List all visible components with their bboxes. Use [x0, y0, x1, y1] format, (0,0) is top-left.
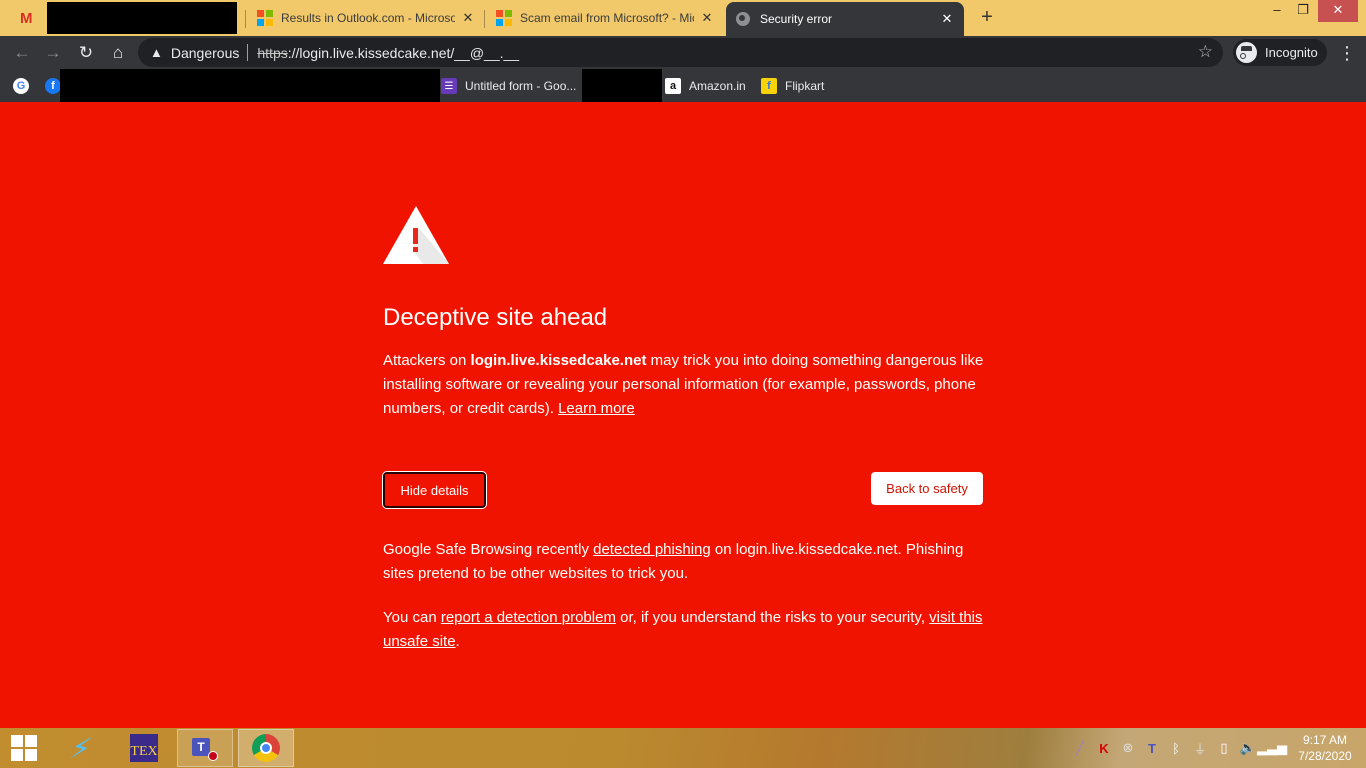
tab-title: Security error: [760, 12, 833, 26]
battery-tray-icon[interactable]: ▯: [1215, 740, 1233, 756]
tab-separator: [484, 10, 485, 28]
tab-title: Scam email from Microsoft? - Microsoft: [520, 11, 694, 25]
tab-strip: M Results in Outlook.com - Microsoft ✕ S…: [0, 0, 1366, 36]
redacted-tab-title: [47, 2, 237, 34]
tab-gmail[interactable]: M: [10, 2, 246, 34]
amazon-icon: a: [665, 78, 681, 94]
page-title: Deceptive site ahead: [383, 304, 608, 331]
close-tab-icon[interactable]: ✕: [700, 10, 714, 26]
signal-tray-icon[interactable]: ▂▃▅: [1257, 740, 1287, 756]
details-actions: You can report a detection problem or, i…: [383, 606, 993, 654]
start-button[interactable]: [0, 729, 50, 767]
learn-more-link[interactable]: Learn more: [558, 400, 635, 417]
windows-logo-icon: [11, 735, 39, 761]
tab-separator: [245, 10, 246, 28]
microsoft-icon: [257, 10, 273, 26]
texmaker-icon: TEX: [130, 734, 158, 762]
tab-title: Results in Outlook.com - Microsoft: [281, 11, 455, 25]
report-detection-problem-link[interactable]: report a detection problem: [441, 609, 616, 626]
home-button[interactable]: ⌂: [105, 40, 131, 66]
teams-icon: T: [192, 735, 218, 761]
lightning-icon: ⚡: [67, 732, 95, 764]
forward-button[interactable]: →: [40, 40, 66, 66]
browser-menu-icon[interactable]: ⋮: [1338, 40, 1356, 66]
details-text: You can: [383, 609, 441, 626]
clock-date: 7/28/2020: [1298, 749, 1352, 763]
redacted-bookmarks: [60, 69, 440, 103]
network-error-tray-icon[interactable]: ⊗: [1119, 740, 1137, 756]
bookmark-amazon[interactable]: a Amazon.in: [665, 75, 746, 97]
close-tab-icon[interactable]: ✕: [940, 11, 954, 27]
taskbar-texmaker[interactable]: TEX: [116, 729, 172, 767]
address-bar[interactable]: ▲ Dangerous https ://login.live.kissedca…: [138, 38, 1223, 67]
globe-icon: [736, 12, 750, 26]
bookmark-label: Amazon.in: [689, 79, 746, 93]
interstitial-page: Deceptive site ahead Attackers on login.…: [0, 102, 1366, 728]
profile-label: Incognito: [1265, 45, 1318, 60]
taskbar-teams[interactable]: T: [177, 729, 233, 767]
security-status[interactable]: Dangerous: [171, 45, 240, 61]
dangerous-domain: login.live.kissedcake.net: [470, 352, 647, 369]
details-phishing: Google Safe Browsing recently detected p…: [383, 538, 993, 586]
warning-message: Attackers on login.live.kissedcake.net m…: [383, 349, 993, 421]
pen-tray-icon[interactable]: ╱: [1071, 740, 1089, 756]
details-text: Google Safe Browsing recently: [383, 541, 594, 558]
tab-outlook-results[interactable]: Results in Outlook.com - Microsoft ✕: [247, 2, 485, 34]
warning-triangle-icon: [383, 206, 449, 264]
redacted-bookmark: [582, 69, 662, 103]
bookmark-flipkart[interactable]: f Flipkart: [761, 75, 824, 97]
reload-button[interactable]: ↻: [73, 40, 99, 66]
windows-taskbar: ⚡ TEX T ╱ K ⊗ T ᛒ ⏚ ▯ 🔈 ▂▃▅ 9:17 AM 7/28…: [0, 728, 1366, 768]
bookmark-untitled-form[interactable]: ☰ Untitled form - Goo...: [441, 75, 576, 97]
restore-button[interactable]: ❐: [1288, 0, 1318, 22]
taskbar-lightning-app[interactable]: ⚡: [53, 729, 109, 767]
back-to-safety-button[interactable]: Back to safety: [871, 472, 983, 505]
warning-icon[interactable]: ▲: [150, 45, 163, 60]
new-tab-button[interactable]: +: [975, 6, 999, 30]
bookmark-label: Flipkart: [785, 79, 825, 93]
clock-time: 9:17 AM: [1302, 733, 1348, 747]
incognito-icon: [1236, 42, 1257, 63]
kaspersky-tray-icon[interactable]: K: [1095, 740, 1113, 756]
facebook-icon: f: [45, 78, 61, 94]
message-text: Attackers on: [383, 352, 471, 369]
url-scheme: https: [257, 44, 288, 61]
details-text: .: [455, 633, 460, 650]
microsoft-icon: [496, 10, 512, 26]
system-clock[interactable]: 9:17 AM 7/28/2020: [1290, 732, 1360, 764]
flipkart-icon: f: [761, 78, 777, 94]
hide-details-button[interactable]: Hide details: [383, 472, 486, 508]
google-icon: G: [13, 78, 29, 94]
volume-tray-icon[interactable]: 🔈: [1239, 740, 1257, 756]
google-forms-icon: ☰: [441, 78, 457, 94]
close-window-button[interactable]: ✕: [1318, 0, 1358, 22]
detected-phishing-link[interactable]: detected phishing: [593, 541, 711, 558]
bookmark-google[interactable]: G: [13, 75, 37, 97]
incognito-profile-button[interactable]: Incognito: [1233, 39, 1327, 66]
details-text: or, if you understand the risks to your …: [615, 609, 930, 626]
close-tab-icon[interactable]: ✕: [461, 10, 475, 26]
bluetooth-tray-icon[interactable]: ᛒ: [1167, 740, 1185, 756]
back-button[interactable]: ←: [9, 40, 35, 66]
taskbar-chrome[interactable]: [238, 729, 294, 767]
browser-toolbar: ← → ↻ ⌂ ▲ Dangerous https ://login.live.…: [0, 36, 1366, 69]
url-text: ://login.live.kissedcake.net/__@__.__: [287, 44, 520, 61]
tab-scam-email[interactable]: Scam email from Microsoft? - Microsoft ✕: [486, 2, 724, 34]
tab-security-error[interactable]: Security error ✕: [726, 2, 964, 36]
usb-safe-remove-tray-icon[interactable]: ⏚: [1191, 740, 1209, 757]
omnibox-divider: [247, 44, 249, 61]
teams-tray-icon[interactable]: T: [1143, 740, 1161, 756]
bookmark-star-icon[interactable]: ☆: [1198, 42, 1213, 62]
chrome-icon: [252, 734, 280, 762]
bookmarks-bar: G f ☰ Untitled form - Goo... a Amazon.in…: [0, 69, 1366, 103]
bookmark-label: Untitled form - Goo...: [465, 79, 577, 93]
gmail-icon: M: [20, 9, 33, 27]
